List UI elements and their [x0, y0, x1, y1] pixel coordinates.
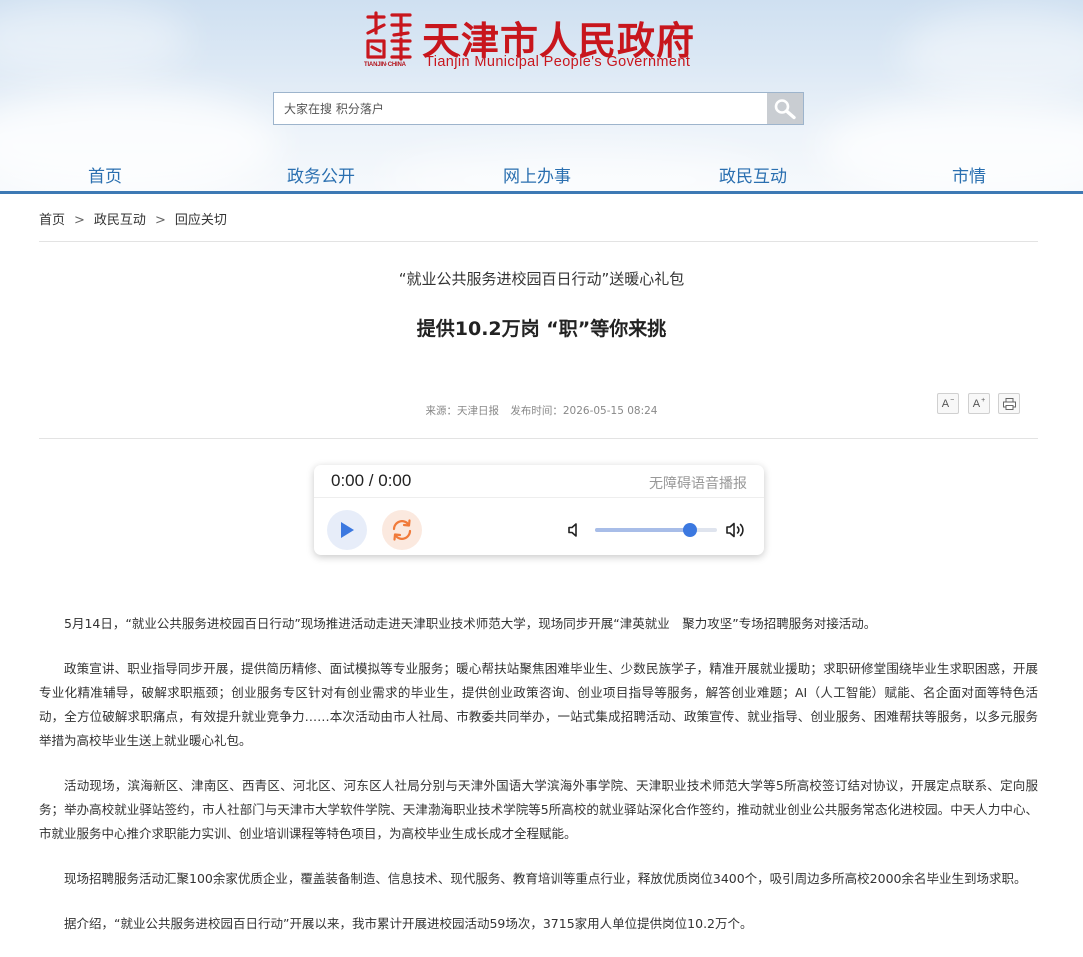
volume-low-icon[interactable] [566, 521, 584, 539]
divider [39, 438, 1038, 439]
article-paragraph: 5月14日，“就业公共服务进校园百日行动”现场推进活动走进天津职业技术师范大学，… [64, 616, 877, 631]
article-source: 来源：天津日报 [425, 405, 500, 417]
search-box [273, 92, 804, 125]
volume-fill [595, 528, 691, 532]
article-paragraph: 现场招聘服务活动汇聚100余家优质企业，覆盖装备制造、信息技术、现代服务、教育培… [64, 871, 1027, 886]
font-increase-button[interactable]: A + [968, 393, 990, 414]
breadcrumb: 首页 > 政民互动 > 回应关切 [39, 209, 227, 228]
site-header: TIANJIN·CHINA 天津市人民政府 Tianjin Municipal … [0, 0, 1083, 194]
play-icon [341, 522, 354, 538]
volume-slider[interactable] [595, 523, 717, 537]
nav-underline [0, 191, 1083, 194]
audio-player: 0:00 / 0:00 无障碍语音播报 [314, 465, 764, 555]
player-divider [314, 497, 764, 498]
print-icon [1002, 397, 1016, 410]
nav-item-gov-affairs[interactable]: 政务公开 [287, 162, 355, 187]
article-meta: 来源：天津日报 发布时间：2026-05-15 08:24 [0, 403, 1083, 418]
site-logo[interactable]: TIANJIN·CHINA 天津市人民政府 Tianjin Municipal … [364, 11, 724, 73]
article-subtitle: “就业公共服务进校园百日行动”送暖心礼包 [398, 270, 685, 288]
breadcrumb-separator: > [74, 213, 85, 228]
volume-knob[interactable] [683, 523, 698, 537]
nav-item-online-services[interactable]: 网上办事 [503, 162, 571, 187]
article-title: 提供10.2万岗 “职”等你来挑 [416, 318, 667, 340]
article-paragraph: 政策宣讲、职业指导同步开展，提供简历精修、面试模拟等专业服务；暖心帮扶站聚焦困难… [39, 661, 1038, 748]
nav-item-city-info[interactable]: 市情 [952, 162, 986, 187]
volume-high-icon[interactable] [725, 520, 747, 540]
search-button[interactable] [767, 93, 803, 124]
seal-emblem-icon [364, 11, 416, 61]
player-label: 无障碍语音播报 [649, 476, 747, 492]
main-nav: 首页 政务公开 网上办事 政民互动 市情 [0, 150, 1083, 194]
breadcrumb-home[interactable]: 首页 [39, 213, 65, 228]
breadcrumb-separator: > [154, 213, 166, 228]
seal-caption: TIANJIN·CHINA [364, 62, 406, 68]
loop-icon [392, 519, 412, 541]
play-button[interactable] [327, 510, 367, 550]
breadcrumb-response[interactable]: 回应关切 [175, 213, 227, 228]
article-paragraph: 据介绍，“就业公共服务进校园百日行动”开展以来，我市累计开展进校园活动59场次，… [64, 916, 753, 931]
player-time: 0:00 / 0:00 [331, 471, 412, 490]
font-decrease-button[interactable]: A − [937, 393, 959, 414]
print-button[interactable] [998, 393, 1020, 414]
divider [39, 241, 1038, 242]
loop-button[interactable] [382, 510, 422, 550]
article-body: 5月14日，“就业公共服务进校园百日行动”现场推进活动走进天津职业技术师范大学，… [39, 612, 1038, 957]
search-input[interactable] [274, 93, 768, 124]
breadcrumb-interaction[interactable]: 政民互动 [94, 213, 146, 228]
article-published-time: 发布时间：2026-05-15 08:24 [510, 405, 658, 417]
nav-item-home[interactable]: 首页 [88, 162, 122, 187]
nav-item-interaction[interactable]: 政民互动 [719, 162, 787, 187]
search-icon [774, 98, 796, 119]
site-title-en: Tianjin Municipal People's Government [425, 54, 691, 70]
article-paragraph: 活动现场，滨海新区、津南区、西青区、河北区、河东区人社局分别与天津外国语大学滨海… [39, 778, 1038, 841]
